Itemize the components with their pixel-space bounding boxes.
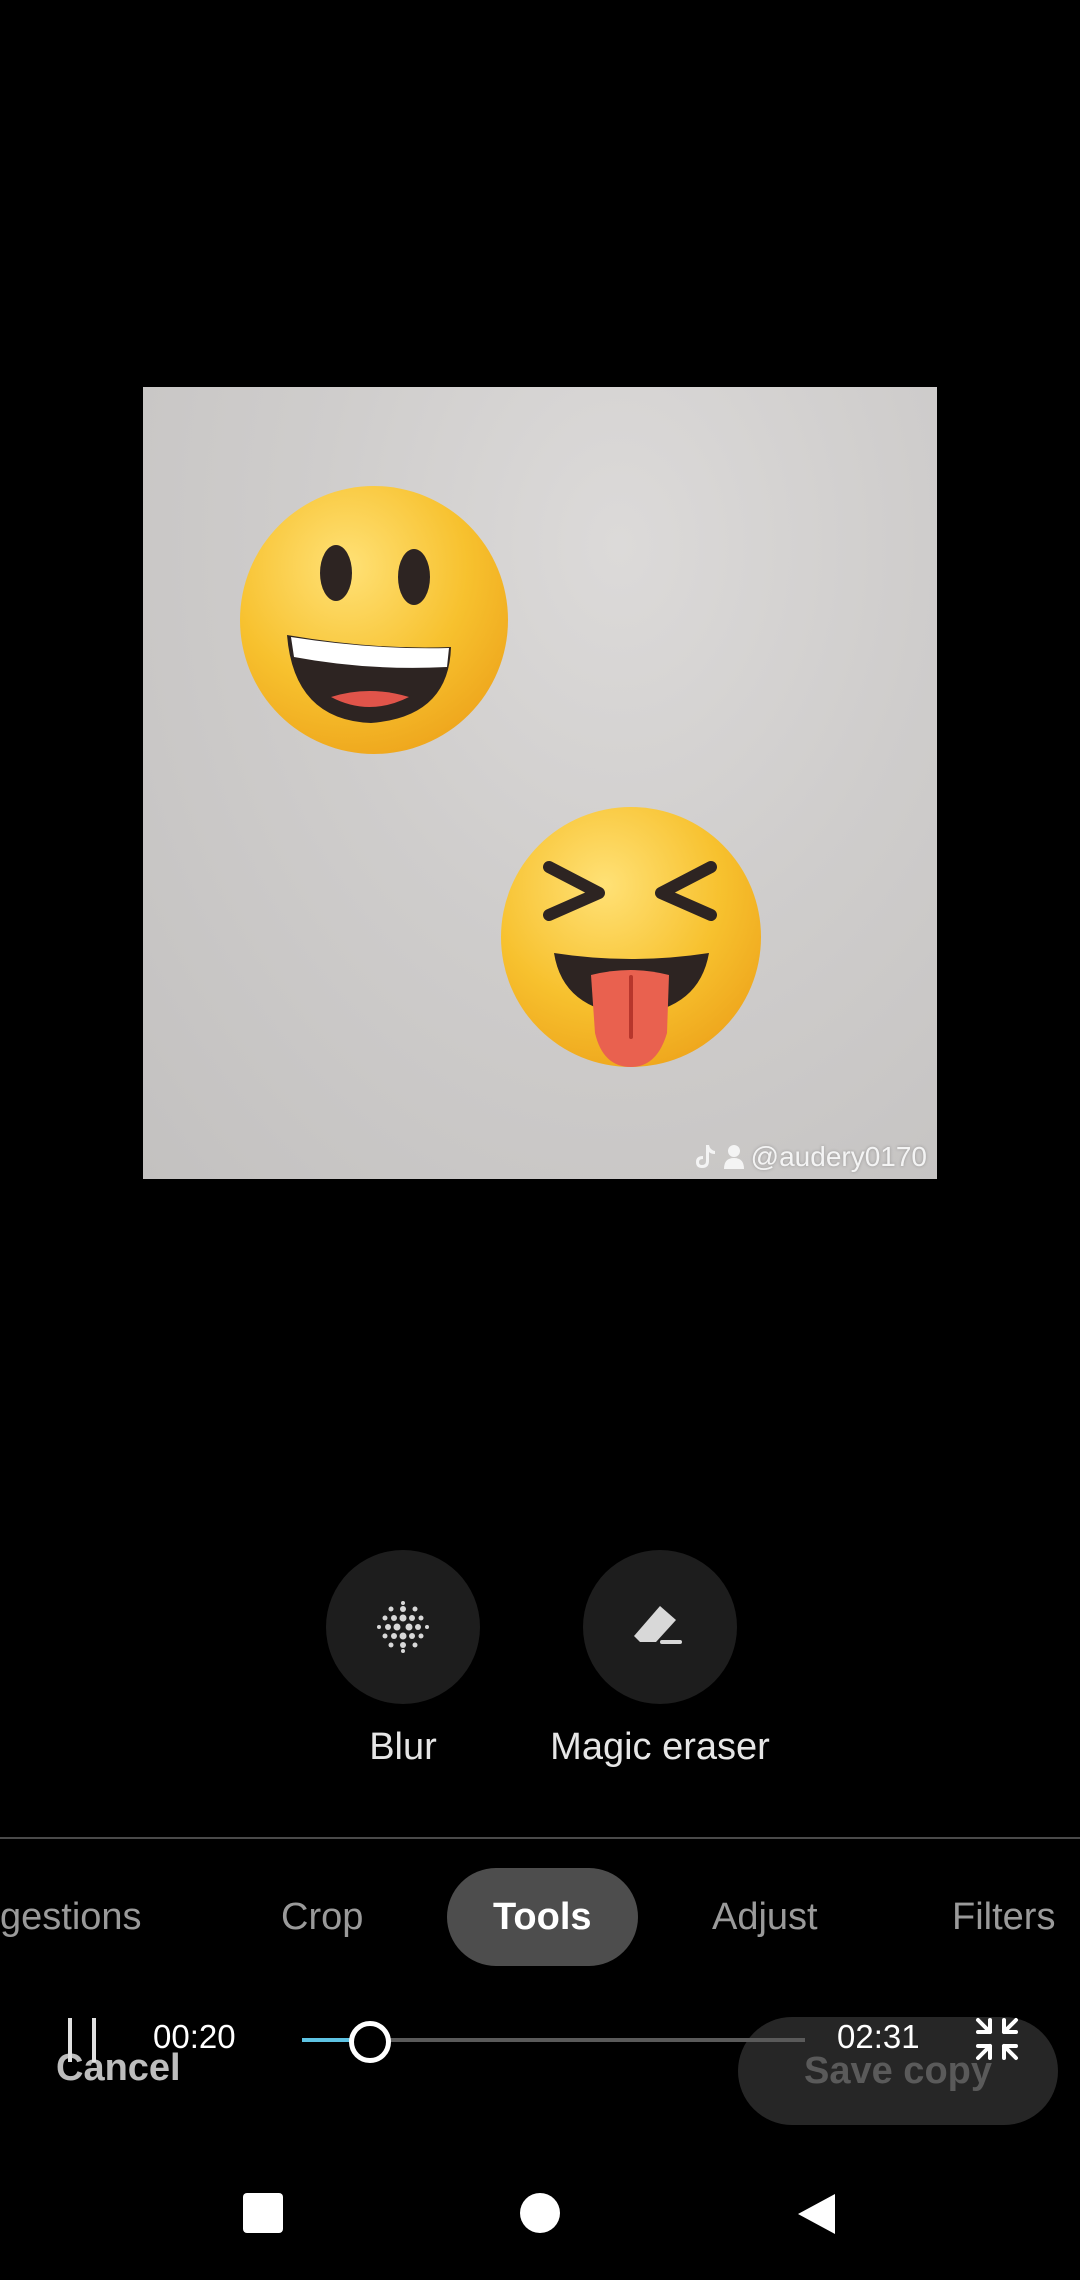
eraser-icon [634, 1606, 682, 1644]
tab-crop[interactable]: Crop [281, 1868, 363, 1966]
person-icon [723, 1145, 744, 1169]
watermark: @audery0170 [695, 1141, 927, 1173]
video-player-controls: 00:20 02:31 [0, 2004, 1080, 2074]
tab-adjust[interactable]: Adjust [712, 1868, 818, 1966]
seek-bar[interactable] [302, 2021, 805, 2063]
back-triangle-icon[interactable] [795, 2192, 837, 2236]
squinting-face-with-tongue-emoji [501, 807, 761, 1067]
magic-eraser-button[interactable] [583, 1550, 737, 1704]
blur-tool[interactable]: Blur [253, 1550, 553, 1769]
edit-category-tabs: gestions Crop Tools Adjust Filters [0, 1868, 1080, 1968]
blur-icon [377, 1601, 429, 1653]
tab-tools[interactable]: Tools [447, 1868, 638, 1966]
home-circle-icon[interactable] [519, 2192, 561, 2234]
tab-suggestions[interactable]: gestions [0, 1868, 142, 1966]
total-time: 02:31 [837, 2018, 920, 2055]
recents-square-icon[interactable] [242, 2192, 284, 2234]
tiktok-icon [695, 1145, 715, 1168]
grinning-face-emoji [240, 486, 508, 754]
divider [0, 1837, 1080, 1839]
pause-icon[interactable] [62, 2018, 102, 2062]
watermark-handle: @audery0170 [750, 1141, 927, 1172]
magic-eraser-tool[interactable]: Magic eraser [510, 1550, 810, 1769]
blur-button[interactable] [326, 1550, 480, 1704]
current-time: 00:20 [153, 2018, 236, 2055]
exit-fullscreen-icon[interactable] [974, 2016, 1020, 2062]
tab-filters[interactable]: Filters [952, 1868, 1055, 1966]
system-navigation-bar [0, 2170, 1080, 2260]
blur-label: Blur [369, 1726, 437, 1768]
photo-preview[interactable]: @audery0170 [143, 387, 937, 1179]
seek-thumb[interactable] [349, 2021, 392, 2063]
tool-options: Blur Magic eraser [0, 1550, 1080, 1780]
magic-eraser-label: Magic eraser [550, 1726, 770, 1768]
